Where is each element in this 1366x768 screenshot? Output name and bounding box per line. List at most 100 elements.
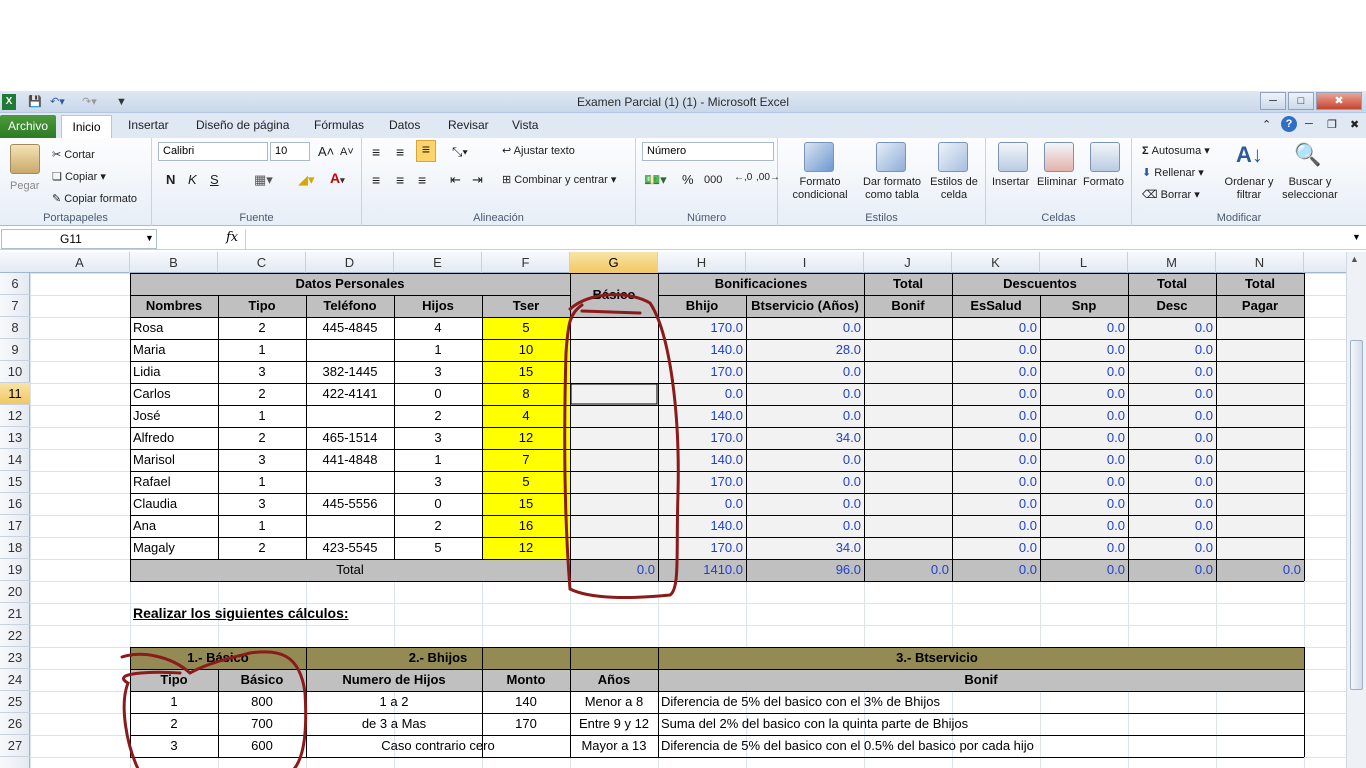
column-header-k[interactable]: K bbox=[952, 252, 1040, 273]
underline-button[interactable]: S bbox=[210, 172, 219, 187]
total-bhijo[interactable]: 1410.0 bbox=[658, 559, 746, 581]
total-btservicio[interactable]: 96.0 bbox=[746, 559, 864, 581]
cell-styles-icon[interactable] bbox=[938, 142, 968, 172]
doc-minimize-icon[interactable]: ─ bbox=[1305, 118, 1313, 130]
cell-hijos[interactable]: 2 bbox=[394, 405, 482, 427]
cell-tipo[interactable]: 3 bbox=[218, 361, 306, 383]
wrap-text-button[interactable]: ↩ Ajustar texto bbox=[502, 144, 575, 157]
cell-btservicio[interactable]: 0.0 bbox=[746, 515, 864, 537]
cell-total-desc[interactable]: 0.0 bbox=[1128, 449, 1216, 471]
total-basico[interactable]: 0.0 bbox=[570, 559, 658, 581]
row-header-15[interactable]: 15 bbox=[0, 471, 30, 493]
font-color-icon[interactable]: A▾ bbox=[330, 170, 345, 186]
row-header-26[interactable]: 26 bbox=[0, 713, 30, 735]
cell-bhijo[interactable]: 0.0 bbox=[658, 493, 746, 515]
table2-basico[interactable]: 600 bbox=[218, 735, 306, 757]
row-header-20[interactable]: 20 bbox=[0, 581, 30, 603]
header-total-bonif[interactable]: Total bbox=[864, 273, 952, 295]
row-header-17[interactable]: 17 bbox=[0, 515, 30, 537]
total-bonif[interactable]: 0.0 bbox=[864, 559, 952, 581]
table2-basico[interactable]: 800 bbox=[218, 691, 306, 713]
cell-hijos[interactable]: 3 bbox=[394, 361, 482, 383]
cell-essalud[interactable]: 0.0 bbox=[952, 383, 1040, 405]
delete-cells-icon[interactable] bbox=[1044, 142, 1074, 172]
cell-telefono[interactable] bbox=[306, 405, 394, 427]
cell-hijos[interactable]: 1 bbox=[394, 449, 482, 471]
header-descuentos[interactable]: Descuentos bbox=[952, 273, 1128, 295]
cell-tser[interactable]: 12 bbox=[482, 427, 570, 449]
fill-color-icon[interactable]: ◢▾ bbox=[298, 172, 315, 188]
bold-button[interactable]: N bbox=[166, 172, 175, 187]
cell-essalud[interactable]: 0.0 bbox=[952, 471, 1040, 493]
cell-hijos[interactable]: 3 bbox=[394, 427, 482, 449]
cell-telefono[interactable] bbox=[306, 515, 394, 537]
cell-hijos[interactable]: 0 bbox=[394, 493, 482, 515]
column-header-l[interactable]: L bbox=[1040, 252, 1128, 273]
cell-total-desc[interactable]: 0.0 bbox=[1128, 383, 1216, 405]
cell-total-desc[interactable]: 0.0 bbox=[1128, 361, 1216, 383]
header-bonificaciones[interactable]: Bonificaciones bbox=[658, 273, 864, 295]
row-header-11[interactable]: 11 bbox=[0, 383, 30, 405]
table2-sub-numero-hijos[interactable]: Numero de Hijos bbox=[306, 669, 482, 691]
table2-sub-anos[interactable]: Años bbox=[570, 669, 658, 691]
table2-tipo[interactable]: 1 bbox=[130, 691, 218, 713]
fill-button[interactable]: ⬇ Rellenar ▾ bbox=[1142, 166, 1204, 179]
cell-btservicio[interactable]: 0.0 bbox=[746, 383, 864, 405]
table2-anos[interactable]: Entre 9 y 12 bbox=[570, 713, 658, 735]
table2-monto[interactable]: 140 bbox=[482, 691, 570, 713]
table2-hijos[interactable]: Caso contrario cero bbox=[306, 735, 570, 757]
cell-btservicio[interactable]: 0.0 bbox=[746, 405, 864, 427]
table2-monto[interactable]: 170 bbox=[482, 713, 570, 735]
delete-cells-button[interactable]: Eliminar bbox=[1037, 176, 1077, 188]
thousands-button[interactable]: 000 bbox=[704, 174, 722, 186]
cell-essalud[interactable]: 0.0 bbox=[952, 515, 1040, 537]
cell-total-desc[interactable]: 0.0 bbox=[1128, 405, 1216, 427]
cell-btservicio[interactable]: 34.0 bbox=[746, 537, 864, 559]
increase-indent-icon[interactable]: ⇥ bbox=[472, 172, 483, 188]
cell-bhijo[interactable]: 140.0 bbox=[658, 515, 746, 537]
copy-button[interactable]: ❏ Copiar ▾ bbox=[52, 170, 106, 183]
header-tel-fono[interactable]: Teléfono bbox=[306, 295, 394, 317]
row-header-13[interactable]: 13 bbox=[0, 427, 30, 449]
cell-telefono[interactable]: 382-1445 bbox=[306, 361, 394, 383]
cell-tser[interactable]: 8 bbox=[482, 383, 570, 405]
cell-tser[interactable]: 15 bbox=[482, 361, 570, 383]
align-top-icon[interactable]: ≡ bbox=[372, 144, 380, 160]
cell-tser[interactable]: 12 bbox=[482, 537, 570, 559]
cell-snp[interactable]: 0.0 bbox=[1040, 471, 1128, 493]
increase-decimal-icon[interactable]: ←,0 bbox=[734, 172, 752, 183]
sort-filter-button[interactable]: Ordenar y filtrar bbox=[1220, 176, 1278, 202]
cell-telefono[interactable] bbox=[306, 339, 394, 361]
cell-snp[interactable]: 0.0 bbox=[1040, 405, 1128, 427]
table2-tipo[interactable]: 2 bbox=[130, 713, 218, 735]
conditional-format-icon[interactable] bbox=[804, 142, 834, 172]
cell-snp[interactable]: 0.0 bbox=[1040, 537, 1128, 559]
cell-snp[interactable]: 0.0 bbox=[1040, 339, 1128, 361]
orientation-icon[interactable]: ⤡▾ bbox=[452, 144, 468, 160]
close-button[interactable]: ✖ bbox=[1316, 92, 1362, 110]
row-header-25[interactable]: 25 bbox=[0, 691, 30, 713]
row-header-21[interactable]: 21 bbox=[0, 603, 30, 625]
cell-bhijo[interactable]: 170.0 bbox=[658, 427, 746, 449]
column-header-m[interactable]: M bbox=[1128, 252, 1216, 273]
column-header-d[interactable]: D bbox=[306, 252, 394, 273]
tab-insertar[interactable]: Insertar bbox=[128, 118, 169, 132]
collapse-ribbon-icon[interactable]: ⌃ bbox=[1262, 118, 1271, 131]
cell-essalud[interactable]: 0.0 bbox=[952, 317, 1040, 339]
row-header-6[interactable]: 6 bbox=[0, 273, 30, 295]
cell-essalud[interactable]: 0.0 bbox=[952, 537, 1040, 559]
table2-basico[interactable]: 700 bbox=[218, 713, 306, 735]
cell-bhijo[interactable]: 170.0 bbox=[658, 361, 746, 383]
header-btservicio-a-os-[interactable]: Btservicio (Años) bbox=[746, 295, 864, 317]
tab-revisar[interactable]: Revisar bbox=[448, 118, 489, 132]
cell-essalud[interactable]: 0.0 bbox=[952, 361, 1040, 383]
conditional-format-button[interactable]: Formato condicional bbox=[784, 176, 856, 202]
instructions-title[interactable]: Realizar los siguientes cálculos: bbox=[130, 603, 482, 625]
header-nombres[interactable]: Nombres bbox=[130, 295, 218, 317]
expand-formula-icon[interactable]: ▼ bbox=[1352, 232, 1361, 242]
cell-nombre[interactable]: Magaly bbox=[130, 537, 218, 559]
cell-tser[interactable]: 10 bbox=[482, 339, 570, 361]
align-center-icon[interactable]: ≡ bbox=[396, 172, 404, 188]
table2-btservicio-header[interactable]: 3.- Btservicio bbox=[570, 647, 1304, 669]
percent-button[interactable]: % bbox=[682, 172, 694, 187]
